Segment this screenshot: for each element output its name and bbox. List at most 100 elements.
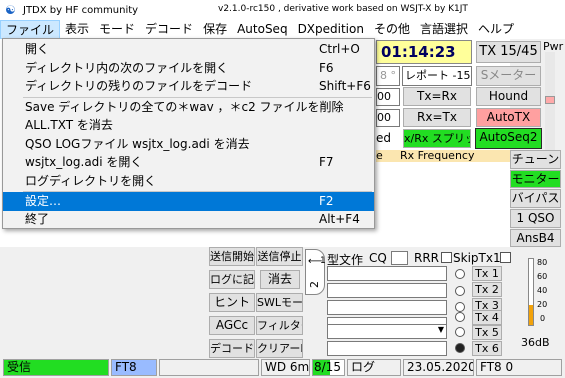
menu-language[interactable]: 言語選択 xyxy=(415,20,473,39)
title-bar: ☯ JTDX by HF community v2.1.0-rc150 , de… xyxy=(0,0,565,20)
num-field-2[interactable]: 00 xyxy=(376,109,400,127)
split-button[interactable]: x/Rx スプリッ xyxy=(403,129,471,148)
tx5-dropdown-icon[interactable]: ▼ xyxy=(438,325,444,334)
report-field[interactable]: レポート -15 xyxy=(402,66,472,86)
progress-text: 8/15 xyxy=(314,360,341,374)
menu-item-erase-qso-log[interactable]: QSO LOGファイル wsjtx_log.adi を消去 xyxy=(3,135,374,154)
tx2-radio[interactable] xyxy=(455,286,465,296)
tx2-button[interactable]: Tx 2 xyxy=(472,282,502,297)
tx2-message[interactable] xyxy=(327,283,447,298)
clear-dx-button[interactable]: クリアーDX xyxy=(256,339,303,358)
menu-bar: ファイル 表示 モード デコード 保存 AutoSeq DXpedition そ… xyxy=(0,20,565,39)
tx5-radio[interactable] xyxy=(455,327,465,337)
menu-item-erase-all-txt[interactable]: ALL.TXT を消去 xyxy=(3,116,374,135)
hound-button[interactable]: Hound xyxy=(476,87,541,106)
file-menu-dropdown: 開く Ctrl+O ディレクトリ内の次のファイルを開く F6 ディレクトリの残り… xyxy=(2,38,375,229)
filter-button[interactable]: フィルター xyxy=(256,316,303,335)
menu-help[interactable]: ヘルプ xyxy=(473,20,519,39)
log-qso-button[interactable]: ログに記録 xyxy=(209,270,255,289)
status-mode-right: FT8 0 xyxy=(476,359,562,376)
menu-other[interactable]: その他 xyxy=(369,20,415,39)
menu-autoseq[interactable]: AutoSeq xyxy=(232,20,292,39)
txrx-button[interactable]: Tx=Rx xyxy=(403,87,471,106)
monitor-button[interactable]: モニター xyxy=(510,170,561,188)
tx6-button[interactable]: Tx 6 xyxy=(472,341,502,356)
tx6-radio[interactable] xyxy=(455,343,465,353)
tx3-message[interactable] xyxy=(327,300,447,315)
tx3-radio[interactable] xyxy=(455,302,465,312)
menu-save[interactable]: 保存 xyxy=(198,20,232,39)
menu-item-open-label: 開く xyxy=(25,42,50,56)
meter-tick-60: 60 xyxy=(537,272,548,281)
menu-file[interactable]: ファイル xyxy=(0,20,61,39)
autotx-button[interactable]: AutoTX xyxy=(476,108,541,127)
status-date: 23.05.2020 xyxy=(403,359,474,376)
tx1-radio[interactable] xyxy=(455,269,465,279)
power-slider-track[interactable] xyxy=(545,52,555,152)
meter-tick-40: 40 xyxy=(537,286,548,295)
meter-fill xyxy=(529,305,533,325)
tx1-enable-checkbox[interactable] xyxy=(500,252,511,263)
tab-selector-label-2: 2 xyxy=(308,281,321,288)
tx4-radio[interactable] xyxy=(455,312,465,322)
menu-item-settings-shortcut: F2 xyxy=(319,194,334,208)
power-slider-thumb[interactable] xyxy=(545,96,555,104)
tx1-message[interactable] xyxy=(327,266,447,281)
menu-dxpedition[interactable]: DXpedition xyxy=(293,20,369,39)
menu-item-erase-qso-log-label: QSO LOGファイル wsjtx_log.adi を消去 xyxy=(25,137,250,151)
autoseq-button[interactable]: AutoSeq2 xyxy=(475,128,542,149)
meter-tick-20: 20 xyxy=(537,300,548,309)
app-logo-icon: ☯ xyxy=(5,3,16,17)
menu-item-decode-remaining-label: ディレクトリの残りのファイルをデコード xyxy=(25,79,253,93)
tx6-message[interactable] xyxy=(327,341,447,356)
decode-button[interactable]: デコード xyxy=(209,339,255,358)
menu-item-delete-wav[interactable]: Save ディレクトリの全ての＊wav ，＊c2 ファイルを削除 xyxy=(3,98,374,117)
tx5-message[interactable]: ▼ xyxy=(327,324,447,339)
status-spacer xyxy=(159,359,259,376)
tab-selector[interactable]: ⟵ 1 2 xyxy=(305,249,326,295)
ed-label: ed xyxy=(376,131,391,145)
skip-tx1-checkbox[interactable] xyxy=(441,252,452,263)
menu-item-open-log-adi[interactable]: wsjtx_log.adi を開く F7 xyxy=(3,153,374,172)
menu-mode[interactable]: モード xyxy=(94,20,140,39)
menu-item-open-shortcut: Ctrl+O xyxy=(319,42,360,56)
status-log: ログ xyxy=(347,359,401,376)
menu-item-exit-shortcut: Alt+F4 xyxy=(319,212,360,226)
menu-view[interactable]: 表示 xyxy=(60,20,94,39)
menu-item-delete-wav-label: Save ディレクトリの全ての＊wav ，＊c2 ファイルを削除 xyxy=(25,100,344,114)
rxtx-button[interactable]: Rx=Tx xyxy=(403,108,471,127)
menu-item-decode-remaining[interactable]: ディレクトリの残りのファイルをデコード Shift+F6 xyxy=(3,77,374,96)
skip-tx1-label: SkipTx1 xyxy=(453,251,501,265)
bypass-button[interactable]: バイパス xyxy=(510,189,561,208)
tx4-button[interactable]: Tx 4 xyxy=(472,310,502,325)
meter-db: 36dB xyxy=(521,336,550,349)
enable-tx-button[interactable]: 送信開始 xyxy=(209,247,255,266)
menu-item-open-log-dir[interactable]: ログディレクトリを開く xyxy=(3,172,374,191)
one-qso-button[interactable]: 1 QSO xyxy=(510,209,561,228)
swl-mode-button[interactable]: SWLモード xyxy=(256,293,303,312)
rrr-label: RRR xyxy=(414,251,440,265)
agcc-button[interactable]: AGCc xyxy=(209,316,255,335)
menu-item-open[interactable]: 開く Ctrl+O xyxy=(3,40,374,59)
tx1-button[interactable]: Tx 1 xyxy=(472,266,502,281)
ansb4-button[interactable]: AnsB4 xyxy=(510,229,561,247)
erase-button[interactable]: 消去 xyxy=(260,270,300,289)
meter-tick-0: 0 xyxy=(540,314,546,323)
tx5-button[interactable]: Tx 5 xyxy=(472,325,502,340)
hint-button[interactable]: ヒント xyxy=(209,293,255,312)
menu-item-decode-remaining-shortcut: Shift+F6 xyxy=(319,79,371,93)
menu-item-settings[interactable]: 設定… F2 xyxy=(3,192,374,211)
menu-decode[interactable]: デコード xyxy=(140,20,198,39)
tx-count[interactable]: TX 15/45 xyxy=(476,41,541,63)
deg-field[interactable]: 8 ° xyxy=(376,66,400,86)
cq-field[interactable] xyxy=(391,251,408,265)
menu-item-exit[interactable]: 終了 Alt+F4 xyxy=(3,210,374,229)
menu-item-open-log-dir-label: ログディレクトリを開く xyxy=(25,174,157,188)
num-field-1[interactable]: 00 xyxy=(376,88,400,106)
menu-item-open-next[interactable]: ディレクトリ内の次のファイルを開く F6 xyxy=(3,59,374,78)
halt-tx-button[interactable]: 送信停止 xyxy=(256,247,303,266)
status-wd: WD 6m xyxy=(261,359,310,376)
status-mode: FT8 xyxy=(111,359,157,376)
s-meter-button[interactable]: Sメーター xyxy=(476,66,541,86)
tune-button[interactable]: チューン xyxy=(510,150,561,169)
